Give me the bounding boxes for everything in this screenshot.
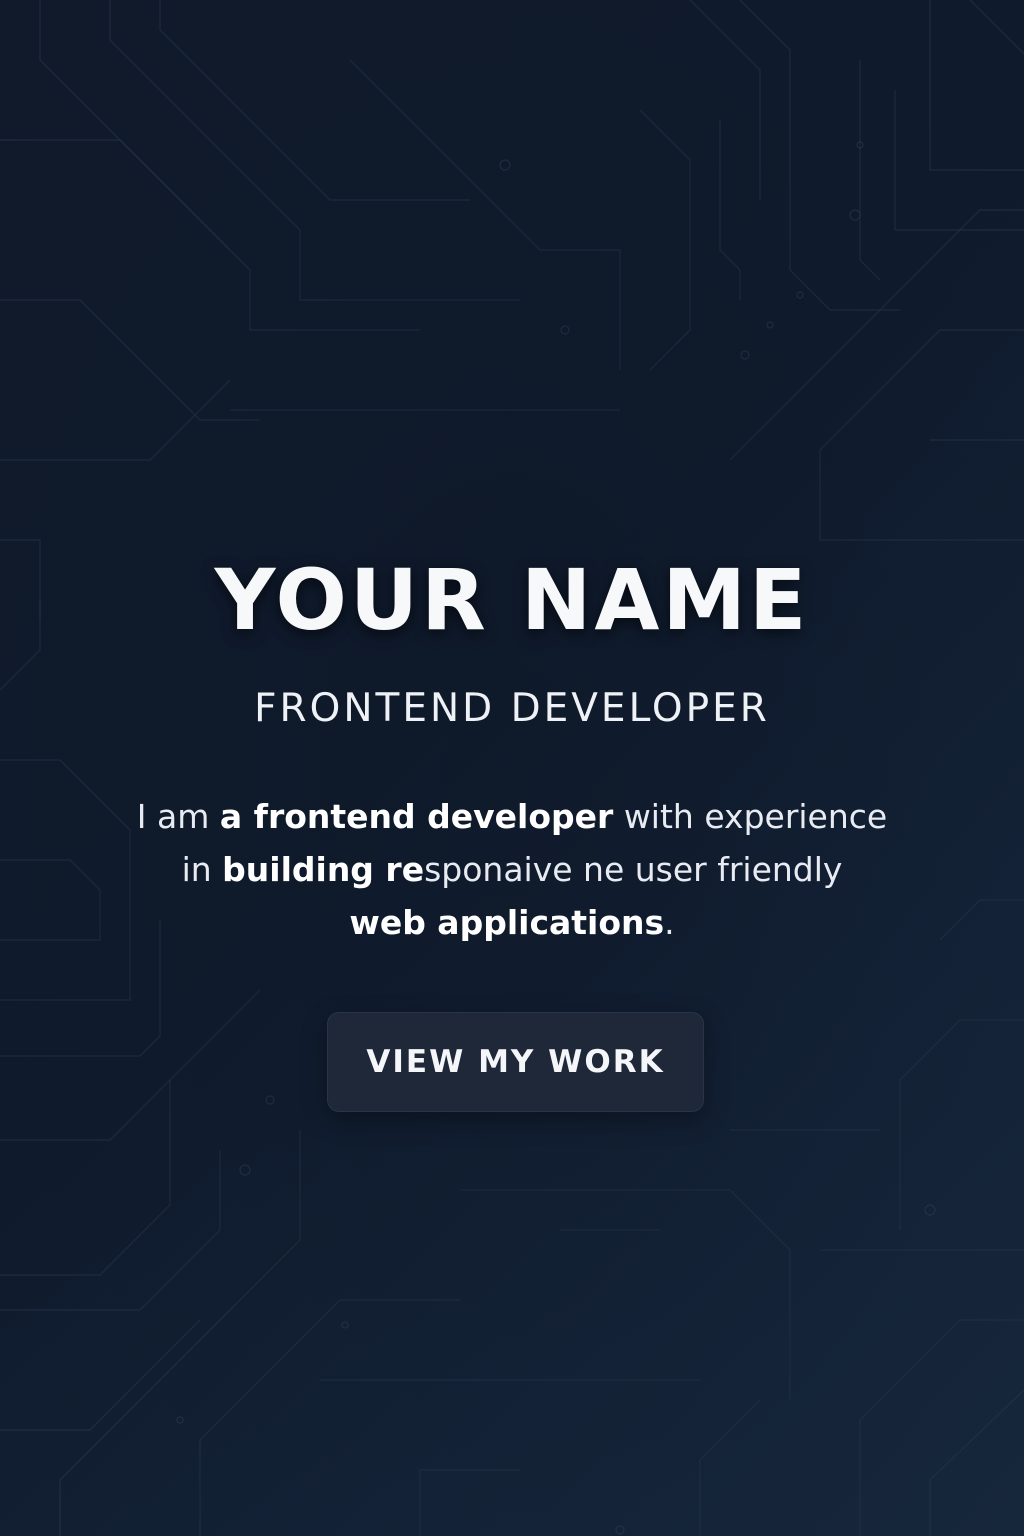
view-my-work-label: VIEW MY WORK	[366, 1044, 665, 1080]
bio-text: .	[664, 903, 675, 942]
bio-text: in	[181, 850, 223, 889]
hero-content: YOUR NAME FRONTEND DEVELOPER I am a fron…	[0, 0, 1024, 1536]
bio-paragraph: I am a frontend developer with experienc…	[112, 790, 912, 949]
bio-text: I am	[136, 797, 220, 836]
page-title: YOUR NAME	[214, 551, 810, 649]
bio-text: sponaive ne user friendly	[424, 850, 843, 889]
role-subtitle: FRONTEND DEVELOPER	[254, 686, 770, 731]
bio-emphasis: a frontend developer	[219, 797, 614, 836]
bio-text: with experience	[613, 797, 888, 836]
bio-emphasis: web applications	[349, 903, 665, 942]
hero-section: YOUR NAME FRONTEND DEVELOPER I am a fron…	[0, 0, 1024, 1536]
view-my-work-button[interactable]: VIEW MY WORK	[327, 1012, 704, 1112]
bio-emphasis: building re	[222, 850, 425, 889]
